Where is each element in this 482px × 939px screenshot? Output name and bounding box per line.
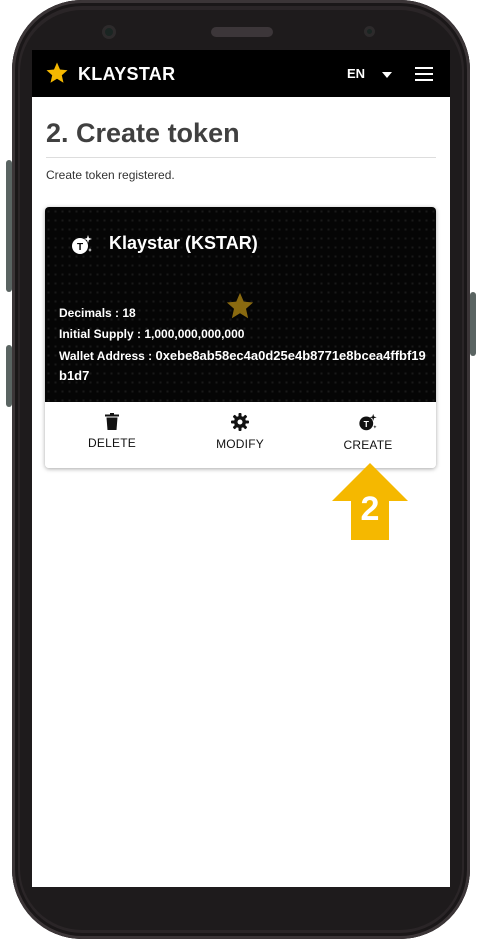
svg-text:T: T [77,242,83,253]
decimals-value: 18 [122,306,136,320]
token-icon: T [72,235,92,254]
create-label: CREATE [343,438,393,452]
decimals-line: Decimals : 18 [59,306,136,320]
phone-side-button [6,160,12,292]
trash-icon [105,413,119,430]
gear-icon [231,413,249,431]
modify-label: MODIFY [216,437,264,451]
phone-speaker [211,27,273,37]
app-brand[interactable]: KLAYSTAR [78,64,175,85]
token-card: T Klaystar (KSTAR) Decimals : 18 Initial… [45,207,436,468]
phone-camera [102,25,116,39]
decimals-label: Decimals : [59,306,123,320]
modify-button[interactable]: MODIFY [185,403,295,468]
supply-value: 1,000,000,000,000 [144,327,245,341]
delete-button[interactable]: DELETE [57,403,167,468]
token-card-actions: DELETE MODIFY T CREATE [45,403,436,468]
supply-label: Initial Supply : [59,327,145,341]
svg-text:T: T [364,419,370,429]
wallet-address-label: Wallet Address : [59,349,156,363]
hamburger-menu-icon[interactable] [415,67,433,81]
page-title: 2. Create token [46,118,240,148]
phone-sensor [364,26,375,37]
status-message: Create token registered. [46,168,175,182]
supply-line: Initial Supply : 1,000,000,000,000 [59,327,244,341]
token-create-icon: T [359,413,377,431]
star-icon[interactable] [45,61,69,85]
chevron-down-icon[interactable] [382,72,392,78]
title-divider [46,157,436,158]
create-button[interactable]: T CREATE [313,403,423,468]
language-selector[interactable]: EN [347,66,365,81]
step-number: 2 [360,490,380,528]
token-name: Klaystar (KSTAR) [109,233,258,253]
star-watermark-icon [226,292,254,319]
wallet-address-line: Wallet Address : 0xebe8ab58ec4a0d25e4b87… [59,346,429,386]
delete-label: DELETE [88,436,136,450]
app-header: KLAYSTAR EN [32,50,450,97]
phone-side-button [470,292,476,356]
phone-side-button [6,345,12,407]
token-card-media: T Klaystar (KSTAR) Decimals : 18 Initial… [45,207,436,402]
